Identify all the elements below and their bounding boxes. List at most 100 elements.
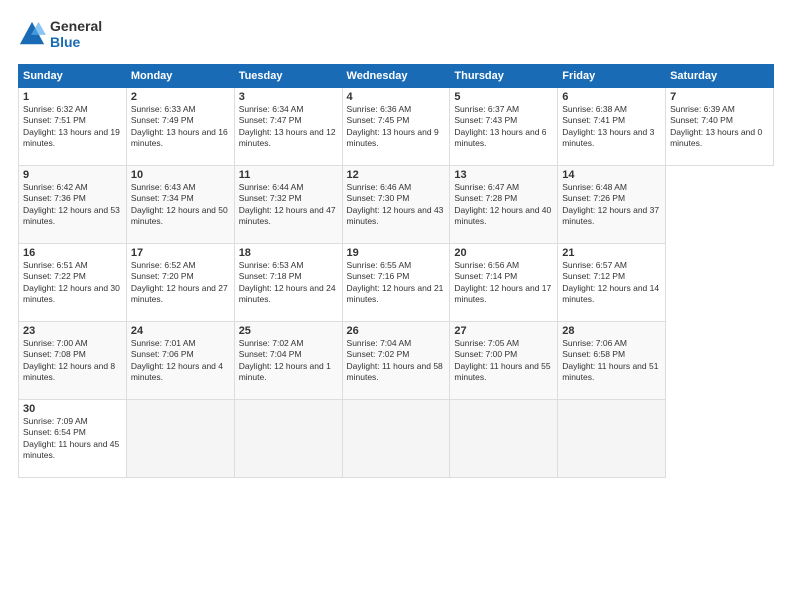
sunset-text: Sunset: 7:22 PM — [23, 271, 122, 282]
sunset-text: Sunset: 7:49 PM — [131, 115, 230, 126]
day-number: 18 — [239, 247, 338, 259]
daylight-label: Daylight: 12 hours and 14 minutes. — [562, 283, 661, 306]
calendar-cell: 14 Sunrise: 6:48 AM Sunset: 7:26 PM Dayl… — [558, 166, 666, 244]
sunrise-text: Sunrise: 6:52 AM — [131, 260, 230, 271]
calendar-cell — [126, 400, 234, 478]
calendar-cell — [558, 400, 666, 478]
day-number: 2 — [131, 91, 230, 103]
logo-text: General Blue — [50, 18, 102, 50]
daylight-label: Daylight: 13 hours and 16 minutes. — [131, 127, 230, 150]
col-header-friday: Friday — [558, 65, 666, 88]
calendar-cell: 12 Sunrise: 6:46 AM Sunset: 7:30 PM Dayl… — [342, 166, 450, 244]
day-number: 6 — [562, 91, 661, 103]
daylight-label: Daylight: 13 hours and 12 minutes. — [239, 127, 338, 150]
daylight-label: Daylight: 12 hours and 37 minutes. — [562, 205, 661, 228]
daylight-label: Daylight: 12 hours and 27 minutes. — [131, 283, 230, 306]
sunrise-text: Sunrise: 7:09 AM — [23, 416, 122, 427]
calendar-cell: 9 Sunrise: 6:42 AM Sunset: 7:36 PM Dayli… — [19, 166, 127, 244]
sunrise-text: Sunrise: 7:02 AM — [239, 338, 338, 349]
day-number: 5 — [454, 91, 553, 103]
sunset-text: Sunset: 7:18 PM — [239, 271, 338, 282]
sunrise-text: Sunrise: 6:33 AM — [131, 104, 230, 115]
day-number: 23 — [23, 325, 122, 337]
day-number: 27 — [454, 325, 553, 337]
sunset-text: Sunset: 7:00 PM — [454, 349, 553, 360]
sunrise-text: Sunrise: 6:42 AM — [23, 182, 122, 193]
daylight-label: Daylight: 12 hours and 1 minute. — [239, 361, 338, 384]
col-header-saturday: Saturday — [666, 65, 774, 88]
week-row-4: 23 Sunrise: 7:00 AM Sunset: 7:08 PM Dayl… — [19, 322, 774, 400]
daylight-label: Daylight: 13 hours and 9 minutes. — [347, 127, 446, 150]
daylight-label: Daylight: 12 hours and 21 minutes. — [347, 283, 446, 306]
sunset-text: Sunset: 7:28 PM — [454, 193, 553, 204]
sunrise-text: Sunrise: 6:55 AM — [347, 260, 446, 271]
calendar-cell: 18 Sunrise: 6:53 AM Sunset: 7:18 PM Dayl… — [234, 244, 342, 322]
col-header-tuesday: Tuesday — [234, 65, 342, 88]
calendar-cell: 2 Sunrise: 6:33 AM Sunset: 7:49 PM Dayli… — [126, 88, 234, 166]
day-number: 20 — [454, 247, 553, 259]
day-number: 16 — [23, 247, 122, 259]
col-header-thursday: Thursday — [450, 65, 558, 88]
day-number: 21 — [562, 247, 661, 259]
logo: General Blue — [18, 18, 102, 50]
calendar-cell: 13 Sunrise: 6:47 AM Sunset: 7:28 PM Dayl… — [450, 166, 558, 244]
sunrise-text: Sunrise: 7:06 AM — [562, 338, 661, 349]
sunset-text: Sunset: 7:04 PM — [239, 349, 338, 360]
daylight-label: Daylight: 13 hours and 6 minutes. — [454, 127, 553, 150]
calendar-cell: 7 Sunrise: 6:39 AM Sunset: 7:40 PM Dayli… — [666, 88, 774, 166]
calendar-cell: 1 Sunrise: 6:32 AM Sunset: 7:51 PM Dayli… — [19, 88, 127, 166]
calendar-cell: 27 Sunrise: 7:05 AM Sunset: 7:00 PM Dayl… — [450, 322, 558, 400]
calendar-cell — [234, 400, 342, 478]
day-number: 28 — [562, 325, 661, 337]
day-number: 13 — [454, 169, 553, 181]
sunset-text: Sunset: 7:51 PM — [23, 115, 122, 126]
daylight-label: Daylight: 12 hours and 4 minutes. — [131, 361, 230, 384]
daylight-label: Daylight: 11 hours and 58 minutes. — [347, 361, 446, 384]
sunset-text: Sunset: 7:30 PM — [347, 193, 446, 204]
sunset-text: Sunset: 7:41 PM — [562, 115, 661, 126]
calendar-cell — [450, 400, 558, 478]
sunrise-text: Sunrise: 6:36 AM — [347, 104, 446, 115]
day-number: 30 — [23, 403, 122, 415]
sunset-text: Sunset: 7:16 PM — [347, 271, 446, 282]
sunset-text: Sunset: 7:08 PM — [23, 349, 122, 360]
sunset-text: Sunset: 7:02 PM — [347, 349, 446, 360]
day-number: 9 — [23, 169, 122, 181]
sunset-text: Sunset: 7:26 PM — [562, 193, 661, 204]
sunset-text: Sunset: 6:54 PM — [23, 427, 122, 438]
calendar-cell: 4 Sunrise: 6:36 AM Sunset: 7:45 PM Dayli… — [342, 88, 450, 166]
daylight-label: Daylight: 12 hours and 30 minutes. — [23, 283, 122, 306]
header: General Blue — [18, 18, 774, 50]
daylight-label: Daylight: 12 hours and 47 minutes. — [239, 205, 338, 228]
daylight-label: Daylight: 13 hours and 0 minutes. — [670, 127, 769, 150]
sunset-text: Sunset: 7:43 PM — [454, 115, 553, 126]
day-number: 24 — [131, 325, 230, 337]
daylight-label: Daylight: 13 hours and 3 minutes. — [562, 127, 661, 150]
sunset-text: Sunset: 7:20 PM — [131, 271, 230, 282]
week-row-5: 30 Sunrise: 7:09 AM Sunset: 6:54 PM Dayl… — [19, 400, 774, 478]
logo-icon — [18, 20, 46, 48]
daylight-label: Daylight: 11 hours and 55 minutes. — [454, 361, 553, 384]
day-number: 1 — [23, 91, 122, 103]
sunrise-text: Sunrise: 6:32 AM — [23, 104, 122, 115]
calendar-cell: 23 Sunrise: 7:00 AM Sunset: 7:08 PM Dayl… — [19, 322, 127, 400]
daylight-label: Daylight: 12 hours and 8 minutes. — [23, 361, 122, 384]
calendar-cell: 24 Sunrise: 7:01 AM Sunset: 7:06 PM Dayl… — [126, 322, 234, 400]
sunset-text: Sunset: 7:36 PM — [23, 193, 122, 204]
daylight-label: Daylight: 12 hours and 40 minutes. — [454, 205, 553, 228]
sunrise-text: Sunrise: 6:38 AM — [562, 104, 661, 115]
daylight-label: Daylight: 11 hours and 51 minutes. — [562, 361, 661, 384]
sunrise-text: Sunrise: 7:00 AM — [23, 338, 122, 349]
day-number: 17 — [131, 247, 230, 259]
sunrise-text: Sunrise: 6:48 AM — [562, 182, 661, 193]
col-header-wednesday: Wednesday — [342, 65, 450, 88]
day-number: 10 — [131, 169, 230, 181]
week-row-1: 1 Sunrise: 6:32 AM Sunset: 7:51 PM Dayli… — [19, 88, 774, 166]
sunrise-text: Sunrise: 6:46 AM — [347, 182, 446, 193]
calendar-table: SundayMondayTuesdayWednesdayThursdayFrid… — [18, 64, 774, 478]
sunrise-text: Sunrise: 6:47 AM — [454, 182, 553, 193]
sunset-text: Sunset: 7:34 PM — [131, 193, 230, 204]
calendar-cell: 6 Sunrise: 6:38 AM Sunset: 7:41 PM Dayli… — [558, 88, 666, 166]
daylight-label: Daylight: 12 hours and 50 minutes. — [131, 205, 230, 228]
day-number: 14 — [562, 169, 661, 181]
